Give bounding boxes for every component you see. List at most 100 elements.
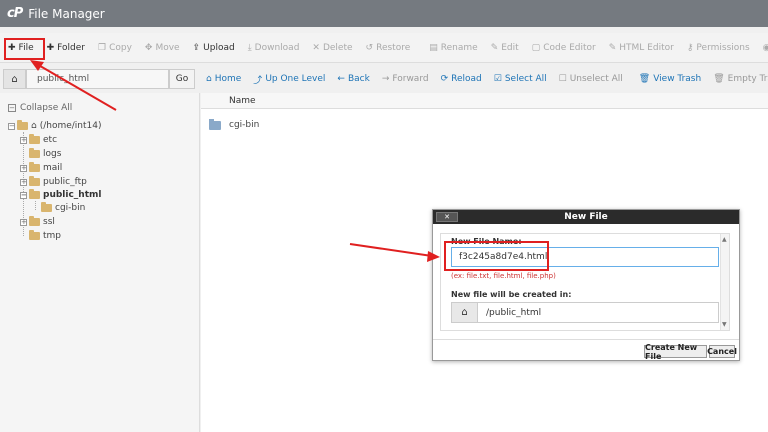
reload-button[interactable]: ⟳ Reload (441, 74, 482, 84)
expand-toggle-icon: + (20, 177, 27, 186)
home-button[interactable]: ⌂ Home (206, 74, 241, 84)
move-button[interactable]: ✥ Move (145, 43, 180, 53)
table-row[interactable]: cgi-bin (201, 116, 768, 134)
folder-icon (29, 216, 40, 226)
scroll-down-icon: ▼ (722, 321, 727, 328)
folder-icon (41, 202, 52, 212)
empty-trash-button[interactable]: 🗑Empty Trash (713, 74, 768, 84)
app-title: File Manager (28, 6, 105, 21)
plus-icon: ✚ (46, 42, 55, 53)
copy-icon: ❐ (97, 42, 107, 53)
expand-toggle-icon: + (20, 163, 27, 172)
folder-icon (29, 162, 40, 172)
upload-button[interactable]: ⇪ Upload (193, 43, 235, 53)
close-icon: ✕ (444, 213, 450, 221)
tree-guide (35, 201, 36, 210)
tree-root[interactable]: − ⌂ (/home/int14) (8, 120, 102, 131)
restore-button[interactable]: ↺ Restore (366, 43, 411, 53)
upload-icon: ⇪ (192, 42, 201, 53)
rename-icon: ▤ (429, 42, 438, 53)
checkbox-checked-icon: ☑ (493, 74, 502, 84)
tree-item-cgi-bin[interactable]: cgi-bin (41, 202, 85, 213)
dialog-title-bar: ✕ New File (433, 210, 739, 224)
download-icon: ⤓ (247, 42, 252, 53)
annotation-box-file-name (444, 241, 549, 271)
location-value: /public_html (486, 307, 542, 318)
scroll-up-icon: ▲ (722, 236, 727, 243)
collapse-icon: − (8, 104, 16, 112)
new-folder-button[interactable]: ✚ Folder (47, 43, 85, 53)
collapse-all-button[interactable]: − Collapse All (8, 103, 72, 113)
view-button[interactable]: ◉ (763, 43, 768, 53)
home-icon: ⌂ (31, 121, 37, 131)
pencil-icon: ✎ (490, 42, 499, 53)
folder-icon (29, 189, 40, 199)
unselect-all-button[interactable]: ☐ Unselect All (559, 74, 623, 84)
arrow-right-icon: → (381, 74, 390, 84)
cancel-button[interactable]: Cancel (707, 345, 737, 358)
dialog-footer: Create New File Cancel (433, 339, 739, 361)
close-button[interactable]: ✕ (436, 212, 458, 222)
folder-icon (29, 230, 40, 240)
folder-icon (209, 118, 221, 130)
edit-button[interactable]: ✎ Edit (491, 43, 519, 53)
tree-item-mail[interactable]: + mail (20, 162, 62, 173)
go-button[interactable]: Go (169, 69, 195, 89)
trash-icon: 🗑 (638, 74, 651, 84)
location-label: New file will be created in: (451, 290, 572, 299)
reload-icon: ⟳ (440, 74, 449, 84)
new-file-dialog: ✕ New File New File Name: (ex: file.txt,… (432, 209, 740, 361)
create-new-file-button[interactable]: Create New File (644, 343, 707, 361)
close-icon: ✕ (312, 42, 320, 53)
dialog-scrollbar[interactable]: ▲ ▼ (720, 234, 729, 330)
home-icon[interactable]: ⌂ (3, 69, 26, 89)
eye-icon: ◉ (762, 42, 768, 53)
trash-icon: 🗑 (713, 74, 725, 84)
folder-icon (29, 148, 40, 158)
up-one-level-button[interactable]: ⤴ Up One Level (253, 73, 325, 86)
app-header: cP File Manager (0, 0, 768, 27)
code-icon: ▢ (531, 42, 541, 53)
tree-item-tmp[interactable]: tmp (29, 230, 61, 241)
copy-button[interactable]: ❐ Copy (98, 43, 132, 53)
move-icon: ✥ (144, 42, 153, 53)
forward-button[interactable]: → Forward (382, 74, 429, 84)
html-editor-button[interactable]: ✎ HTML Editor (609, 43, 674, 53)
path-input[interactable] (26, 69, 169, 89)
tree-item-logs[interactable]: logs (29, 148, 61, 159)
rename-button[interactable]: ▤ Rename (429, 43, 477, 53)
tree-item-ssl[interactable]: + ssl (20, 216, 55, 227)
home-icon: ⌂ (452, 303, 478, 322)
folder-icon (29, 134, 40, 144)
dialog-title: New File (564, 212, 608, 222)
cpanel-logo: cP (7, 6, 23, 21)
file-name-hint: (ex: file.txt, file.html, file.php) (451, 272, 556, 280)
back-button[interactable]: ← Back (337, 74, 369, 84)
expand-toggle-icon: + (20, 135, 27, 144)
restore-icon: ↺ (365, 42, 374, 53)
folder-icon (29, 176, 40, 186)
html-editor-icon: ✎ (608, 42, 617, 53)
path-bar: ⌂ Go (0, 67, 200, 91)
tree-item-etc[interactable]: + etc (20, 134, 57, 145)
key-icon: ⚷ (686, 42, 694, 53)
folder-icon (17, 120, 28, 130)
collapse-toggle-icon: − (20, 190, 27, 199)
column-header-name[interactable]: Name (201, 93, 768, 109)
level-up-icon: ⤴ (253, 75, 263, 86)
download-button[interactable]: ⤓ Download (248, 43, 300, 53)
toolbar: ✚ File ✚ Folder ❐ Copy ✥ Move ⇪ Upload ⤓ Downl… (0, 33, 768, 63)
permissions-button[interactable]: ⚷ Permissions (687, 43, 750, 53)
delete-button[interactable]: ✕ Delete (312, 43, 352, 53)
tree-item-public-html[interactable]: − public_html (20, 189, 101, 200)
tree-item-public-ftp[interactable]: + public_ftp (20, 176, 87, 187)
location-field: ⌂ /public_html (451, 302, 719, 323)
collapse-toggle-icon: − (8, 121, 15, 130)
checkbox-empty-icon: ☐ (558, 74, 567, 84)
code-editor-button[interactable]: ▢ Code Editor (532, 43, 596, 53)
folder-tree: − Collapse All − ⌂ (/home/int14) + etc lo… (0, 93, 200, 432)
view-trash-button[interactable]: 🗑 View Trash (639, 74, 701, 84)
expand-toggle-icon: + (20, 217, 27, 226)
select-all-button[interactable]: ☑ Select All (494, 74, 547, 84)
nav-bar: ⌂ Home ⤴ Up One Level ← Back → Forward ⟳ Relo… (202, 67, 768, 91)
